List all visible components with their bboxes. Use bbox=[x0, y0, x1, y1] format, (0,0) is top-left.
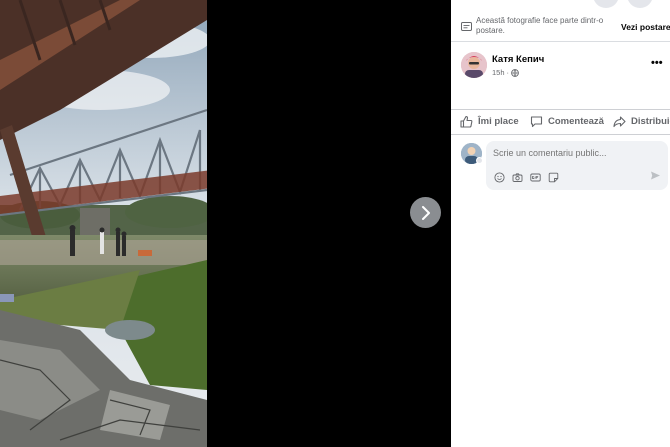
like-icon bbox=[460, 115, 473, 128]
album-icon bbox=[461, 22, 472, 31]
author-name[interactable]: Катя Кепич bbox=[492, 54, 544, 65]
chevron-right-icon bbox=[421, 205, 430, 220]
globe-icon bbox=[511, 68, 519, 77]
divider bbox=[451, 109, 670, 110]
like-label: Îmi place bbox=[478, 116, 519, 127]
comment-tools bbox=[494, 170, 559, 183]
post-actions: Îmi place Comentează Distribuie bbox=[451, 111, 670, 133]
panel-top-controls bbox=[451, 0, 670, 10]
post-notice: Această fotografie face parte dintr-o po… bbox=[451, 10, 670, 42]
view-post-link[interactable]: Vezi postarea bbox=[621, 22, 670, 32]
comment-icon bbox=[530, 116, 543, 128]
photo-viewer-page: Această fotografie face parte dintr-o po… bbox=[0, 0, 670, 447]
gif-icon[interactable] bbox=[530, 170, 541, 182]
comment-input[interactable] bbox=[493, 148, 663, 158]
top-circle-button[interactable] bbox=[627, 0, 653, 8]
media-viewer bbox=[0, 0, 451, 447]
share-label: Distribuie bbox=[631, 116, 670, 127]
camera-icon[interactable] bbox=[512, 170, 523, 182]
post-meta: 15h · bbox=[492, 68, 519, 77]
comment-composer bbox=[451, 140, 670, 195]
viewer-top-controls bbox=[368, 0, 438, 4]
top-circle-button[interactable] bbox=[593, 0, 619, 8]
comment-box bbox=[486, 141, 668, 190]
share-icon bbox=[613, 116, 626, 128]
send-icon[interactable] bbox=[650, 170, 661, 181]
next-photo-button[interactable] bbox=[410, 197, 441, 228]
post-time[interactable]: 15h bbox=[492, 68, 505, 77]
post-side-panel: Această fotografie face parte dintr-o po… bbox=[451, 0, 670, 447]
more-options-button[interactable]: ••• bbox=[651, 57, 663, 69]
divider bbox=[451, 134, 670, 135]
profile-switch-badge[interactable] bbox=[476, 157, 483, 164]
post-author: Катя Кепич 15h · ••• bbox=[461, 52, 670, 82]
sticker-icon[interactable] bbox=[548, 170, 559, 183]
like-button[interactable]: Îmi place bbox=[460, 115, 519, 128]
share-button[interactable]: Distribuie bbox=[613, 115, 670, 128]
photo[interactable] bbox=[0, 0, 207, 447]
post-notice-text: Această fotografie face parte dintr-o po… bbox=[476, 16, 604, 35]
emoji-icon[interactable] bbox=[494, 170, 505, 183]
comment-label: Comentează bbox=[548, 116, 604, 127]
comment-button[interactable]: Comentează bbox=[530, 115, 604, 128]
avatar[interactable] bbox=[461, 52, 487, 78]
